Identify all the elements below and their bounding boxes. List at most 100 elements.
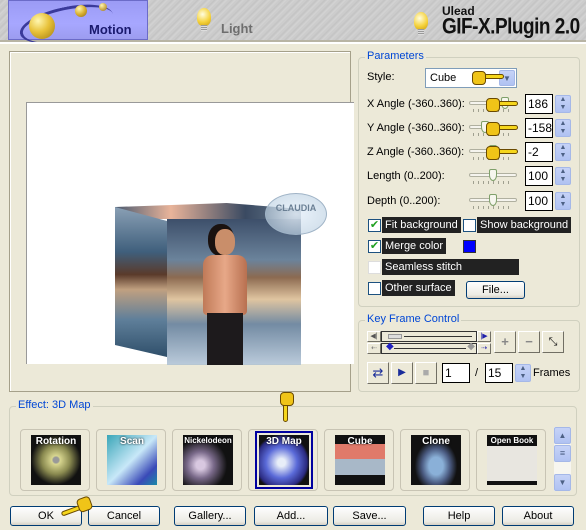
- effect-nickelodeon[interactable]: Nickelodeon: [172, 429, 242, 491]
- style-dropdown[interactable]: Cube ▼: [425, 68, 517, 88]
- slider-ticks: [473, 109, 513, 112]
- add-button[interactable]: Add...: [254, 506, 328, 526]
- total-frames-input[interactable]: [485, 363, 513, 383]
- move-left-icon[interactable]: ⇠: [367, 343, 381, 354]
- spin-up-down-icon[interactable]: ▲ ▼: [515, 364, 531, 382]
- style-value: Cube: [430, 72, 457, 84]
- frame-slider[interactable]: [381, 331, 477, 342]
- slider-thumb[interactable]: [489, 145, 497, 157]
- reverse-keyframes-icon[interactable]: ⤡: [542, 331, 564, 353]
- frame-slider-thumb[interactable]: [388, 334, 402, 339]
- slider-thumb[interactable]: [489, 194, 497, 206]
- spin-up-down-icon[interactable]: ▲ ▼: [555, 119, 571, 137]
- first-frame-icon[interactable]: ◀|: [367, 331, 381, 342]
- spin-up-down-icon[interactable]: ▲ ▼: [555, 143, 571, 161]
- y-angle-slider[interactable]: [469, 119, 517, 137]
- z-angle-input[interactable]: [525, 142, 553, 162]
- y-angle-input[interactable]: [525, 118, 553, 138]
- current-frame-input[interactable]: [442, 363, 470, 383]
- spin-up-down-icon[interactable]: ▲ ▼: [555, 192, 571, 210]
- cube-front-face: [167, 219, 301, 365]
- other-surface-checkbox[interactable]: [368, 282, 381, 295]
- other-surface-label: Other surface: [382, 280, 455, 296]
- chevron-down-icon[interactable]: ▼: [499, 70, 515, 86]
- key-frame-control-group: Key Frame Control ◀| |▶ ⇠ ◆ ◆ ⇢ + − ⤡ ⇄ …: [358, 313, 580, 392]
- last-frame-icon[interactable]: |▶: [477, 331, 491, 342]
- depth-slider[interactable]: [469, 192, 517, 210]
- keyframe-range-slider[interactable]: ◆ ◆: [381, 341, 477, 354]
- y-angle-spinner[interactable]: ▲▼: [525, 118, 571, 138]
- range-start-marker[interactable]: ◆: [386, 341, 394, 352]
- watermark: CLAUDIA: [265, 193, 327, 235]
- stop-icon[interactable]: ■: [415, 362, 437, 384]
- brand-logo: Ulead GIF-X.Plugin 2.0: [410, 2, 586, 40]
- show-background-checkbox[interactable]: [463, 219, 476, 232]
- scroll-thumb[interactable]: ≡: [554, 445, 571, 462]
- slider-track: [469, 101, 517, 105]
- planet-icon-small: [75, 5, 87, 17]
- x-angle-label: X Angle (-360..360):: [367, 98, 465, 110]
- depth-label: Depth (0..200):: [367, 195, 441, 207]
- effect-3d-map[interactable]: 3D Map: [248, 429, 318, 491]
- effect-scrollbar[interactable]: ▲ ≡ ▼: [554, 427, 571, 491]
- tab-motion-label: Motion: [89, 22, 132, 37]
- slider-ticks: [473, 206, 513, 209]
- slider-thumb[interactable]: [481, 121, 489, 133]
- seamless-stitch-checkbox[interactable]: [368, 261, 381, 274]
- clone-thumbnail: Clone: [411, 435, 461, 485]
- add-keyframe-icon[interactable]: +: [494, 331, 516, 353]
- effect-name: Nickelodeon: [184, 436, 232, 445]
- play-icon[interactable]: ▶: [391, 362, 413, 384]
- x-angle-slider[interactable]: [469, 95, 517, 113]
- slider-track: [469, 125, 517, 129]
- spin-up-down-icon[interactable]: ▲ ▼: [555, 95, 571, 113]
- frame-separator: /: [475, 367, 479, 379]
- z-angle-spinner[interactable]: ▲▼: [525, 142, 571, 162]
- merge-color-checkbox[interactable]: ✔: [368, 240, 381, 253]
- effect-clone[interactable]: Clone: [400, 429, 470, 491]
- z-angle-slider[interactable]: [469, 143, 517, 161]
- effect-name: Clone: [422, 436, 450, 447]
- gallery-button[interactable]: Gallery...: [174, 506, 246, 526]
- depth-spinner[interactable]: ▲▼: [525, 191, 571, 211]
- length-slider[interactable]: [469, 167, 517, 185]
- x-angle-input[interactable]: [525, 94, 553, 114]
- slider-thumb[interactable]: [501, 97, 509, 109]
- length-label: Length (0..200):: [367, 170, 445, 182]
- cancel-button[interactable]: Cancel: [88, 506, 160, 526]
- length-spinner[interactable]: ▲▼: [525, 166, 571, 186]
- scroll-up-icon[interactable]: ▲: [554, 427, 571, 444]
- effect-scan[interactable]: Scan: [96, 429, 166, 491]
- remove-keyframe-icon[interactable]: −: [518, 331, 540, 353]
- loop-icon[interactable]: ⇄: [367, 362, 389, 384]
- ok-button[interactable]: OK: [10, 506, 82, 526]
- brand-title: GIF-X.Plugin 2.0: [442, 15, 580, 40]
- effect-cube[interactable]: Cube: [324, 429, 394, 491]
- merge-color-label: Merge color: [382, 238, 447, 254]
- header-bar: Motion Light Ulead GIF-X.Plugin 2.0: [0, 0, 586, 51]
- help-button[interactable]: Help: [423, 506, 495, 526]
- about-button[interactable]: About: [502, 506, 574, 526]
- length-input[interactable]: [525, 166, 553, 186]
- slider-thumb[interactable]: [489, 169, 497, 181]
- effect-rotation[interactable]: Rotation: [20, 429, 90, 491]
- move-right-icon[interactable]: ⇢: [477, 343, 491, 354]
- seamless-stitch-label: Seamless stitch: [382, 259, 519, 275]
- save-button[interactable]: Save...: [333, 506, 406, 526]
- spin-up-down-icon[interactable]: ▲ ▼: [555, 167, 571, 185]
- bulb-icon: [197, 8, 211, 31]
- effect-title: Effect: 3D Map: [16, 399, 93, 411]
- depth-input[interactable]: [525, 191, 553, 211]
- merge-color-swatch[interactable]: [463, 240, 476, 253]
- fit-background-checkbox[interactable]: ✔: [368, 219, 381, 232]
- effect-open-book[interactable]: Open Book: [476, 429, 546, 491]
- 3d-map-thumbnail: 3D Map: [255, 431, 313, 489]
- range-end-marker[interactable]: ◆: [467, 341, 475, 352]
- tab-motion[interactable]: Motion: [8, 0, 148, 51]
- tab-light[interactable]: Light: [185, 0, 275, 40]
- total-frames-spinner[interactable]: ▲▼: [485, 363, 531, 383]
- x-angle-spinner[interactable]: ▲▼: [525, 94, 571, 114]
- scroll-down-icon[interactable]: ▼: [554, 474, 571, 491]
- z-angle-label: Z Angle (-360..360):: [367, 146, 465, 158]
- file-button[interactable]: File...: [466, 281, 525, 299]
